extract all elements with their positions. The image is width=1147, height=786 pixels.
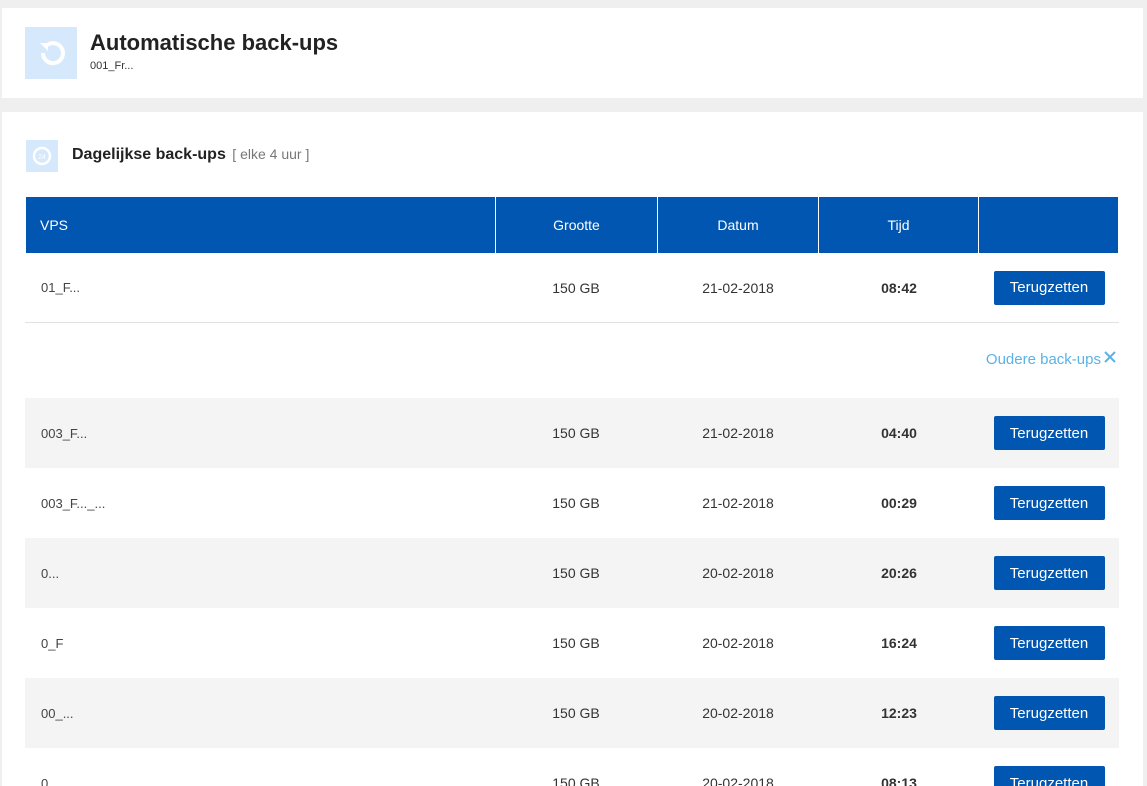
vps-name: 003_F... <box>41 425 88 441</box>
backup-size: 150 GB <box>552 775 600 786</box>
vps-name: 0 <box>41 775 49 786</box>
backup-date: 20-02-2018 <box>702 705 774 721</box>
backup-date: 20-02-2018 <box>702 775 774 786</box>
backup-size: 150 GB <box>552 425 600 441</box>
vps-name: 003_F..._... <box>41 495 106 511</box>
backup-size: 150 GB <box>552 705 600 721</box>
restore-button[interactable]: Terugzetten <box>993 270 1105 305</box>
backup-date: 20-02-2018 <box>702 635 774 651</box>
table-row: 003_F... 150 GB 21-02-2018 04:40 Terugze… <box>25 398 1119 468</box>
table-header: VPS Grootte Datum Tijd <box>26 197 1118 253</box>
older-backups-toggle[interactable]: Oudere back-ups <box>986 350 1117 368</box>
restore-button[interactable]: Terugzetten <box>993 486 1105 520</box>
backup-time: 08:13 <box>881 775 917 786</box>
table-row: 0... 150 GB 20-02-2018 20:26 Terugzetten <box>25 538 1119 608</box>
restore-button[interactable]: Terugzetten <box>993 416 1105 450</box>
restore-button[interactable]: Terugzetten <box>993 696 1105 730</box>
header-card: Automatische back-ups 001_Fr... <box>2 8 1143 98</box>
table-row: 0 150 GB 20-02-2018 08:13 Terugzetten <box>25 748 1119 786</box>
backup-time: 16:24 <box>881 635 917 651</box>
backup-date: 21-02-2018 <box>702 495 774 511</box>
svg-text:24: 24 <box>38 154 46 161</box>
backup-time: 00:29 <box>881 495 917 511</box>
table-row: 003_F..._... 150 GB 21-02-2018 00:29 Ter… <box>25 468 1119 538</box>
restore-button[interactable]: Terugzetten <box>993 556 1105 590</box>
backup-24h-icon: 24 <box>26 140 58 172</box>
vps-name: 0_F <box>41 635 64 651</box>
restore-icon <box>25 27 77 79</box>
vps-name: 01_F... <box>41 280 81 295</box>
section-title: Dagelijkse back-ups [ elke 4 uur ] <box>72 146 310 163</box>
restore-button[interactable]: Terugzetten <box>993 766 1105 786</box>
backup-size: 150 GB <box>552 565 600 581</box>
table-row: 0_F 150 GB 20-02-2018 16:24 Terugzetten <box>25 608 1119 678</box>
column-date: Datum <box>658 197 819 253</box>
backup-size: 150 GB <box>552 279 600 296</box>
vps-name: 00_... <box>41 705 74 721</box>
backup-time: 08:42 <box>881 279 917 296</box>
page-subtitle: 001_Fr... <box>90 60 134 72</box>
backup-date: 21-02-2018 <box>702 425 774 441</box>
column-vps: VPS <box>26 197 496 253</box>
backup-date: 20-02-2018 <box>702 565 774 581</box>
older-backups-label[interactable]: Oudere back-ups <box>986 351 1101 368</box>
column-size: Grootte <box>496 197 658 253</box>
backup-size: 150 GB <box>552 495 600 511</box>
column-actions <box>979 197 1118 253</box>
backup-size: 150 GB <box>552 635 600 651</box>
vps-name: 0... <box>41 565 60 581</box>
column-time: Tijd <box>819 197 979 253</box>
table-row-latest: 01_F... 150 GB 21-02-2018 08:42 Terugzet… <box>25 253 1119 323</box>
backup-date: 21-02-2018 <box>702 279 774 296</box>
restore-button[interactable]: Terugzetten <box>993 626 1105 660</box>
page-title: Automatische back-ups <box>90 30 339 55</box>
backups-card: 24 Dagelijkse back-ups [ elke 4 uur ] VP… <box>2 112 1143 786</box>
section-frequency: [ elke 4 uur ] <box>232 146 310 162</box>
close-icon[interactable] <box>1103 350 1117 368</box>
backup-time: 20:26 <box>881 565 917 581</box>
backup-time: 04:40 <box>881 425 917 441</box>
table-row: 00_... 150 GB 20-02-2018 12:23 Terugzett… <box>25 678 1119 748</box>
backup-time: 12:23 <box>881 705 917 721</box>
